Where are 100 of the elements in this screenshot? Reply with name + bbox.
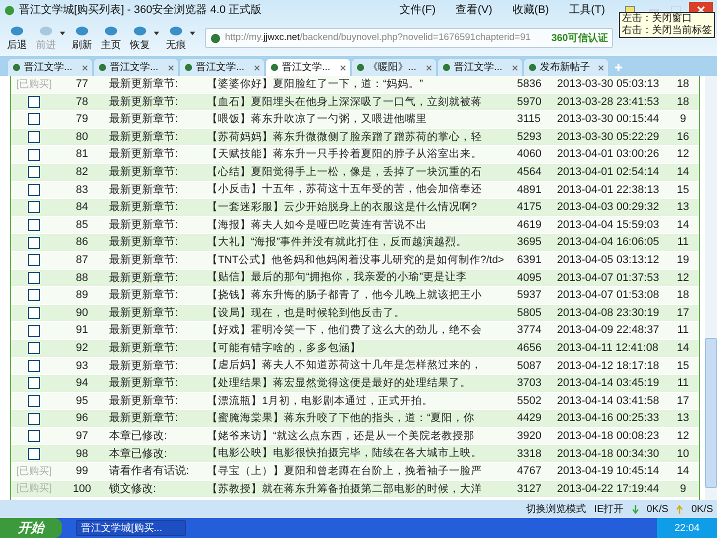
ie-open-button[interactable]: IE打开 (594, 502, 624, 516)
menu-item[interactable]: 查看(V) (456, 2, 492, 18)
chapter-title[interactable]: 【小反击】十五年，苏荷这十五年受的苦，他会加倍奉还 (207, 183, 482, 196)
chapter-type: 锁文修改: (109, 482, 156, 495)
chapter-title[interactable]: 【姥爷来访】“就这么点东西，还是从一个美院老教授那 (207, 430, 474, 442)
row-checkbox[interactable] (28, 96, 40, 108)
row-checkbox[interactable] (28, 289, 40, 302)
row-checkbox[interactable] (28, 201, 40, 214)
browser-tab[interactable]: 《暖阳》... (352, 59, 436, 76)
menu-item[interactable]: 收藏(B) (512, 2, 549, 18)
scrollbar[interactable] (705, 76, 717, 500)
chapter-number: 87 (76, 254, 88, 266)
tab-icon (356, 63, 365, 72)
chapter-title[interactable]: 【挠钱】蒋东升悔的肠子都青了，他今儿晚上就该把王小 (207, 289, 482, 302)
tab-close-icon[interactable] (512, 64, 518, 70)
update-time: 2013-03-30 05:03:13 (557, 78, 660, 90)
row-checkbox[interactable] (28, 272, 40, 284)
chapter-type: 最新更新章节: (109, 342, 178, 354)
tab-close-icon[interactable] (340, 64, 346, 70)
chapter-title[interactable]: 【好戏】霍明冷笑一下，他们费了这么大的劲儿，绝不会 (207, 324, 482, 336)
chapter-title[interactable]: 【心结】夏阳觉得手上一松，像是，丢掉了一块沉重的石 (207, 166, 482, 178)
view-count: 10 (676, 448, 690, 460)
chapter-title[interactable]: 【婆婆你好】夏阳脸红了一下，道：“妈妈。” (207, 78, 423, 90)
chapter-title[interactable]: 【蜜腌海棠果】蒋东升咬了下他的指头，道：“夏阳，你 (207, 412, 474, 424)
row-checkbox[interactable] (28, 131, 40, 144)
row-checkbox[interactable] (28, 254, 40, 266)
tab-close-icon[interactable] (598, 64, 604, 70)
browser-tab[interactable]: 晋江文学... (438, 59, 522, 76)
browser-tab[interactable]: 晋江文学... (94, 59, 178, 76)
row-checkbox[interactable] (28, 113, 40, 126)
chapter-title[interactable]: 【TNT公式】他爸妈和他妈闲着没事儿研究的是如何制作?/td> (207, 254, 504, 266)
chapter-title[interactable]: 【可能有错字啥的，多多包涵】 (207, 342, 361, 354)
chapter-title[interactable]: 【虐后妈】蒋夫人不知道苏荷这十几年是怎样熬过来的， (207, 359, 482, 372)
chapter-title[interactable]: 【血石】夏阳埋头在他身上深深吸了一口气，立刻就被蒋 (207, 96, 482, 108)
update-time: 2013-04-07 01:53:08 (557, 289, 660, 302)
toolbar-button[interactable]: 后退 (4, 24, 30, 52)
update-time: 2013-04-12 18:17:18 (557, 360, 660, 372)
chapter-title[interactable]: 【苏教授】就在蒋东升筹备拍摄第二部电影的时候，大洋 (207, 482, 482, 495)
chapter-title[interactable]: 【喂饭】蒋东升吹凉了一勺粥，又喂进他嘴里 (207, 113, 427, 126)
scrollbar-thumb[interactable] (705, 338, 717, 488)
row-checkbox[interactable] (28, 430, 40, 442)
row-checkbox[interactable] (28, 148, 40, 161)
trust-badge[interactable]: 360可信认证 (551, 30, 608, 46)
browser-tab[interactable]: 晋江文学... (180, 59, 264, 76)
chapter-title[interactable]: 【天赋技能】蒋东升一只手拎着夏阳的脖子从浴室出来。 (207, 148, 482, 160)
menu-item[interactable]: 工具(T) (568, 2, 605, 18)
row-checkbox[interactable] (28, 360, 40, 372)
toolbar-button[interactable]: 刷新 (69, 24, 95, 52)
row-checkbox[interactable] (28, 412, 40, 425)
chapter-title[interactable]: 【苏荷妈妈】蒋东升微微侧了脸亲蹭了蹭苏荷的掌心，轻 (207, 130, 482, 143)
row-checkbox[interactable] (28, 324, 40, 337)
tab-close-icon[interactable] (426, 64, 432, 70)
tab-close-icon[interactable] (168, 64, 174, 70)
tab-close-icon[interactable] (82, 64, 88, 70)
chapter-title[interactable]: 【设局】现在，也是时候轮到他反击了。 (207, 306, 405, 319)
row-checkbox[interactable] (28, 394, 40, 407)
row-checkbox[interactable] (28, 166, 40, 178)
chapter-title[interactable]: 【贴信】最后的那句“拥抱你，我亲爱的小瑜”更是让李 (207, 271, 467, 284)
tab-icon (442, 63, 451, 72)
view-count: 11 (677, 377, 689, 390)
chapter-type: 最新更新章节: (109, 96, 178, 108)
update-time: 2013-03-28 23:41:53 (557, 96, 660, 108)
toolbar-button[interactable]: 无痕 (163, 24, 189, 52)
dropdown-caret-icon[interactable] (189, 30, 196, 36)
dropdown-caret-icon[interactable] (153, 30, 160, 36)
row-checkbox[interactable] (28, 236, 40, 249)
toolbar-icon (132, 24, 148, 38)
browse-mode-button[interactable]: 切换浏览模式 (526, 502, 586, 516)
chapter-number: 77 (76, 78, 88, 90)
taskbar-item[interactable]: 晋江文学城[购买... (76, 520, 186, 536)
row-checkbox[interactable] (28, 307, 40, 320)
row-checkbox[interactable] (28, 219, 40, 232)
chapter-title[interactable]: 【一套迷彩服】云少开始脱身上的衣服这是什么情况啊? (207, 201, 477, 214)
view-count: 14 (676, 218, 690, 231)
chapter-type: 最新更新章节: (109, 218, 178, 231)
browser-tab[interactable]: 晋江文学... (266, 59, 350, 76)
chapter-title[interactable]: 【寻宝（上）】夏阳和曾老蹲在台阶上，挽着袖子一脸严 (207, 464, 482, 477)
chapter-number: 88 (76, 272, 88, 284)
row-checkbox[interactable] (28, 342, 40, 354)
chapter-title[interactable]: 【大礼】“海报”事件并没有就此打住，反而越演越烈。 (207, 236, 467, 248)
chapter-title[interactable]: 【海报】蒋夫人如今是哑巴吃黄连有苦说不出 (207, 218, 427, 231)
browser-tab[interactable]: 晋江文学... (8, 59, 92, 76)
update-time: 2013-04-09 22:48:37 (557, 324, 660, 336)
row-checkbox[interactable] (28, 377, 40, 390)
row-checkbox[interactable] (28, 184, 40, 196)
chapter-number: 80 (76, 130, 88, 143)
view-count: 15 (676, 184, 690, 196)
toolbar-button[interactable]: 主页 (98, 24, 124, 52)
start-button[interactable]: 开始 (0, 518, 62, 538)
word-count: 3318 (517, 448, 542, 460)
row-checkbox[interactable] (28, 448, 40, 460)
chapter-title[interactable]: 【处理结果】蒋宏显然觉得这便是最好的处理结果了。 (207, 377, 471, 390)
tab-close-icon[interactable] (254, 64, 260, 70)
browser-tab[interactable]: 发布新帖子 (524, 59, 608, 76)
chapter-title[interactable]: 【漂流瓶】1月初，电影剧本通过，正式开拍。 (207, 394, 433, 407)
chapter-title[interactable]: 【电影公映】电影很快拍摄完毕，陆续在各大城市上映。 (207, 447, 482, 460)
menu-item[interactable]: 文件(F) (400, 2, 436, 18)
download-speed: 0K/S (646, 502, 668, 516)
address-field[interactable]: http://my.jjwxc.net/backend/buynovel.php?novelid=1676591chapterid=91 360可信认证 (205, 28, 613, 48)
toolbar-button[interactable]: 恢复 (127, 24, 153, 52)
